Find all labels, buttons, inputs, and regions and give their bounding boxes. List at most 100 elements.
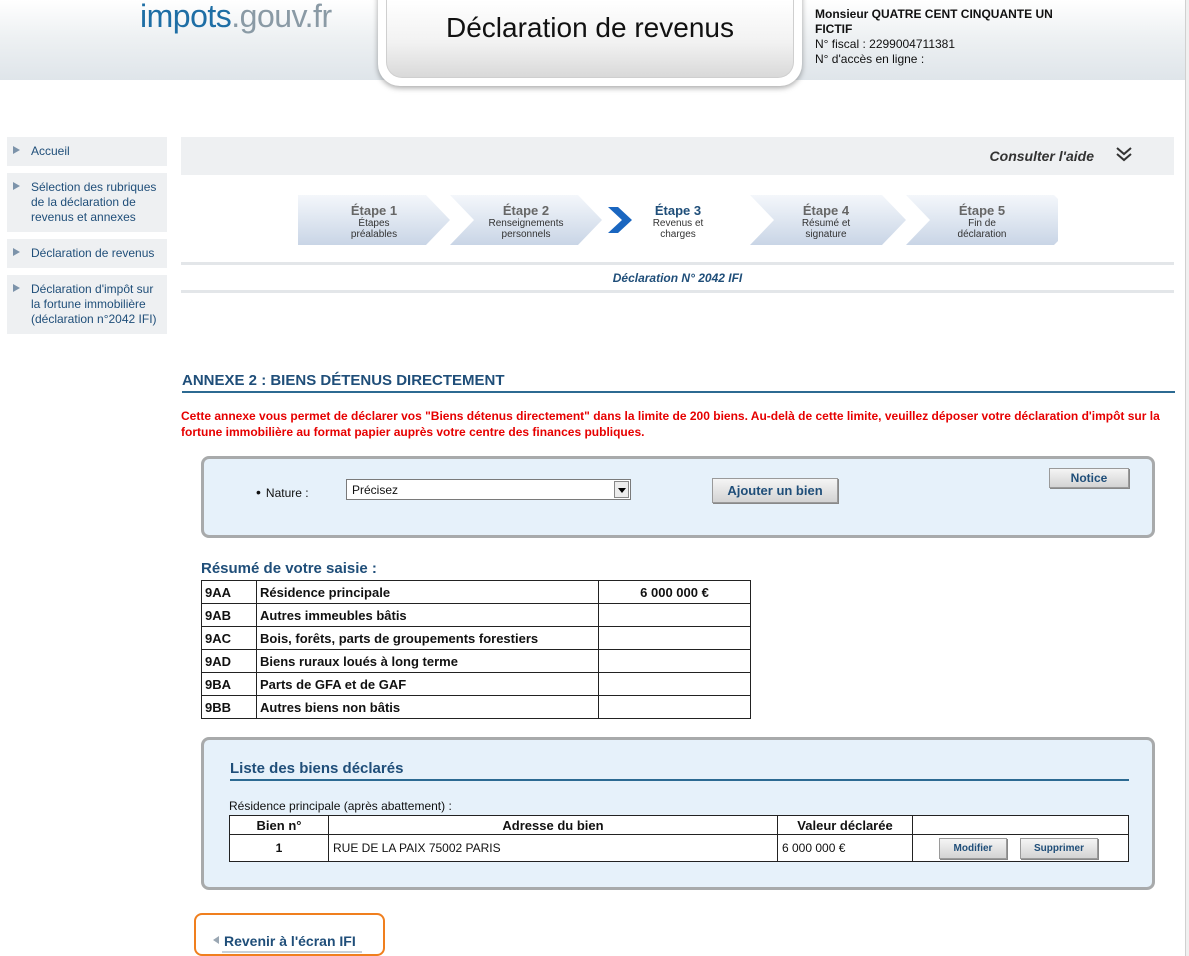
dropdown-arrow-icon[interactable] — [614, 481, 629, 498]
page-title-tab: Déclaration de revenus — [378, 0, 802, 86]
annex-warning-note: Cette annexe vous permet de déclarer vos… — [181, 409, 1160, 439]
resume-code: 9BA — [201, 672, 257, 696]
resume-amount — [598, 695, 751, 719]
arrow-right-icon — [13, 284, 20, 292]
table-row: 9AC Bois, forêts, parts de groupements fo… — [201, 626, 751, 650]
declared-properties-table: Bien n° Adresse du bien Valeur déclarée … — [229, 815, 1129, 862]
underline — [222, 951, 362, 953]
step-subtitle: Résumé et signature — [801, 218, 851, 240]
step-4: Étape 4 Résumé et signature — [750, 195, 906, 245]
resume-label: Bois, forêts, parts de groupements fores… — [256, 626, 599, 650]
scrollbar[interactable] — [1185, 0, 1189, 956]
table-row: 9AA Résidence principale 6 000 000 € — [201, 580, 751, 604]
resume-label: Résidence principale — [256, 580, 599, 604]
add-property-panel: • Nature : Précisez Ajouter un bien Notic… — [201, 456, 1155, 538]
annex-title: ANNEXE 2 : BIENS DÉTENUS DIRECTEMENT — [182, 372, 1175, 393]
resume-code: 9AC — [201, 626, 257, 650]
double-chevron-down-icon[interactable] — [1112, 143, 1136, 167]
arrow-right-icon — [13, 146, 20, 154]
table-row: 9AD Biens ruraux loués à long terme — [201, 649, 751, 673]
resume-amount — [598, 603, 751, 627]
resume-amount: 6 000 000 € — [598, 580, 751, 604]
logo-main: impots — [140, 0, 232, 34]
step-3: Étape 3 Revenus et charges — [602, 195, 754, 245]
nature-label-text: Nature : — [265, 486, 309, 500]
delete-button[interactable]: Supprimer — [1020, 837, 1098, 859]
help-link[interactable]: Consulter l'aide — [990, 148, 1094, 164]
property-number: 1 — [229, 834, 329, 862]
arrow-left-icon — [213, 936, 219, 944]
resume-code: 9BB — [201, 695, 257, 719]
sidebar-item-selection-rubriques[interactable]: Sélection des rubriques de la déclaratio… — [7, 173, 167, 232]
resume-amount — [598, 672, 751, 696]
step-title: Étape 1 — [350, 203, 398, 218]
arrow-right-icon — [13, 182, 20, 190]
table-row: 1 RUE DE LA PAIX 75002 PARIS 6 000 000 €… — [229, 834, 1129, 862]
resume-label: Autres biens non bâtis — [256, 695, 599, 719]
step-subtitle: Étapes préalables — [350, 218, 398, 240]
sidebar-item-label: Déclaration d'impôt sur la fortune immob… — [31, 282, 157, 326]
resume-label: Biens ruraux loués à long terme — [256, 649, 599, 673]
nature-select[interactable]: Précisez — [346, 479, 631, 500]
access-number: N° d'accès en ligne : — [815, 52, 925, 66]
sidebar-item-accueil[interactable]: Accueil — [7, 137, 167, 166]
modify-button[interactable]: Modifier — [939, 837, 1007, 859]
property-value: 6 000 000 € — [777, 834, 913, 862]
column-header: Valeur déclarée — [777, 815, 913, 835]
sidebar-item-label: Déclaration de revenus — [31, 246, 155, 260]
resume-label: Autres immeubles bâtis — [256, 603, 599, 627]
declared-properties-title: Liste des biens déclarés — [230, 760, 1129, 781]
user-name: Monsieur QUATRE CENT CINQUANTE UN FICTIF — [815, 7, 1053, 36]
back-to-ifi-label: Revenir à l'écran IFI — [224, 933, 356, 949]
resume-title: Résumé de votre saisie : — [201, 560, 377, 577]
arrow-right-icon — [13, 248, 20, 256]
resume-code: 9AA — [201, 580, 257, 604]
user-info: Monsieur QUATRE CENT CINQUANTE UN FICTIF… — [815, 7, 1075, 67]
divider — [181, 262, 1174, 265]
resume-label: Parts de GFA et de GAF — [256, 672, 599, 696]
table-row: 9BB Autres biens non bâtis — [201, 695, 751, 719]
step-subtitle: Revenus et charges — [652, 218, 704, 240]
impots-gouv-logo[interactable]: impots.gouv.fr — [140, 0, 332, 35]
step-5: Étape 5 Fin de déclaration — [906, 195, 1058, 245]
sidebar: Accueil Sélection des rubriques de la dé… — [7, 137, 167, 341]
row-actions: Modifier Supprimer — [912, 834, 1129, 862]
resume-amount — [598, 626, 751, 650]
step-subtitle: Renseignements personnels — [488, 218, 564, 240]
column-header — [912, 815, 1129, 835]
progress-steps: Étape 1 Étapes préalables Étape 2 Rensei… — [298, 195, 1058, 245]
resume-code: 9AD — [201, 649, 257, 673]
table-row: 9BA Parts de GFA et de GAF — [201, 672, 751, 696]
divider — [181, 290, 1174, 293]
step-2: Étape 2 Renseignements personnels — [450, 195, 602, 245]
back-to-ifi-button[interactable]: Revenir à l'écran IFI — [194, 913, 385, 956]
resume-amount — [598, 649, 751, 673]
notice-button[interactable]: Notice — [1049, 468, 1129, 488]
step-1: Étape 1 Étapes préalables — [298, 195, 450, 245]
nature-select-value: Précisez — [352, 483, 399, 497]
table-row: 9AB Autres immeubles bâtis — [201, 603, 751, 627]
sidebar-item-label: Sélection des rubriques de la déclaratio… — [31, 180, 157, 224]
nature-label: • Nature : — [256, 484, 309, 500]
resume-table: 9AA Résidence principale 6 000 000 € 9AB Au… — [201, 580, 751, 719]
add-property-button[interactable]: Ajouter un bien — [712, 478, 838, 503]
sidebar-item-declaration-ifi[interactable]: Déclaration d'impôt sur la fortune immob… — [7, 275, 167, 334]
column-header: Bien n° — [229, 815, 329, 835]
help-bar: Consulter l'aide — [181, 137, 1174, 175]
property-address: RUE DE LA PAIX 75002 PARIS — [328, 834, 778, 862]
sidebar-item-declaration-revenus[interactable]: Déclaration de revenus — [7, 239, 167, 268]
logo-gouv: .gouv.fr — [231, 0, 332, 34]
step-title: Étape 3 — [654, 203, 702, 218]
bullet-icon: • — [256, 484, 261, 500]
section-label: Résidence principale (après abattement) … — [229, 799, 452, 813]
step-title: Étape 2 — [502, 203, 550, 218]
step-title: Étape 5 — [958, 203, 1006, 218]
step-subtitle: Fin de déclaration — [957, 218, 1007, 240]
declared-properties-panel: Liste des biens déclarés Résidence princ… — [201, 737, 1155, 890]
column-header: Adresse du bien — [328, 815, 778, 835]
step-title: Étape 4 — [802, 203, 850, 218]
table-header-row: Bien n° Adresse du bien Valeur déclarée — [229, 815, 1129, 835]
declaration-number: Déclaration N° 2042 IFI — [612, 271, 743, 285]
fiscal-number: N° fiscal : 2299004711381 — [815, 37, 956, 51]
page-title: Déclaration de revenus — [446, 12, 734, 43]
